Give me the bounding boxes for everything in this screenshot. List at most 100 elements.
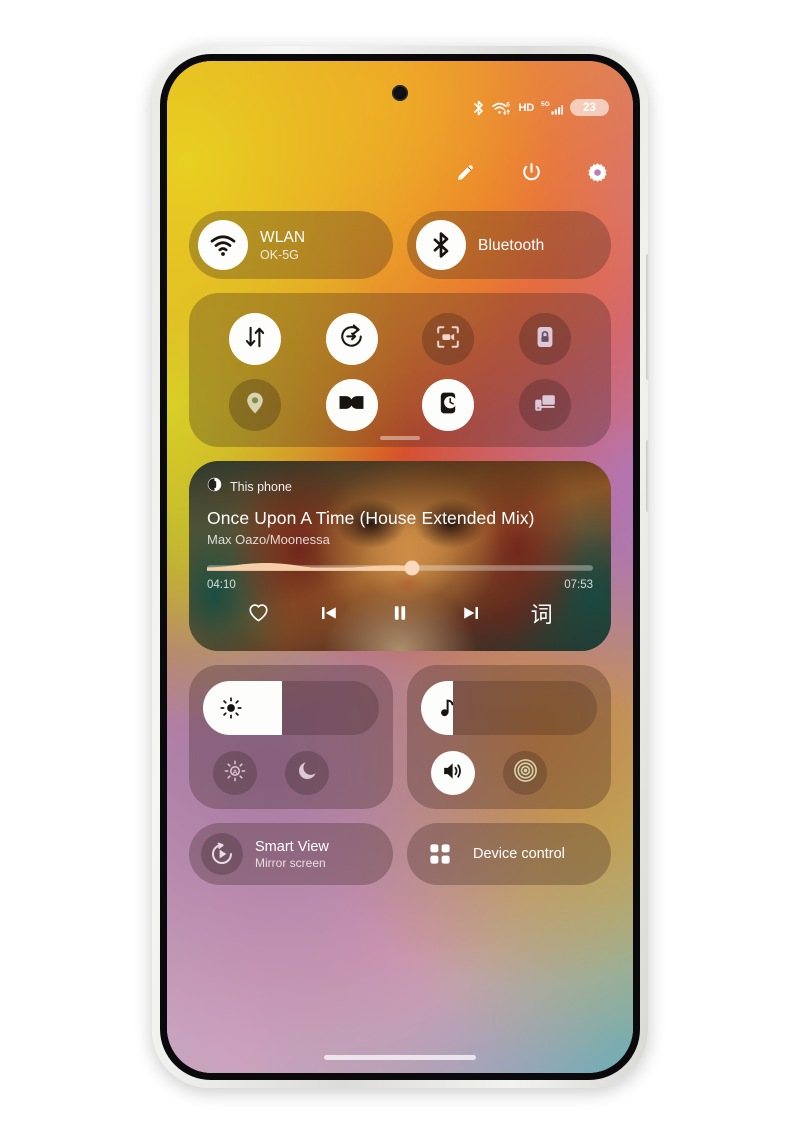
speaker-icon [441, 759, 465, 788]
smart-view-icon [201, 833, 243, 875]
pause-button[interactable] [383, 598, 417, 632]
bluetooth-toggle[interactable]: Bluetooth [407, 211, 611, 279]
svg-text:A: A [233, 768, 238, 775]
elapsed-time: 04:10 [207, 579, 236, 591]
svg-text:6: 6 [506, 101, 510, 108]
media-output-selector[interactable]: This phone [207, 477, 593, 497]
previous-track-button[interactable] [312, 598, 346, 632]
dark-mode-button[interactable] [285, 751, 329, 795]
edit-button[interactable] [451, 161, 479, 189]
auto-brightness-button[interactable]: A [213, 751, 257, 795]
wifi-icon [198, 220, 248, 270]
mobile-data-toggle[interactable] [229, 313, 282, 365]
screen-lock-toggle[interactable] [518, 313, 571, 365]
phone-to-pc-icon [532, 390, 558, 421]
connectivity-row: WLAN OK-5G Bluetooth [189, 211, 611, 279]
bluetooth-icon [416, 220, 466, 270]
wlan-network-name: OK-5G [260, 247, 299, 262]
smart-view-text: Smart View Mirror screen [255, 838, 329, 871]
home-gesture-bar[interactable] [324, 1055, 476, 1060]
auto-rotate-toggle[interactable] [325, 313, 378, 365]
lock-icon [532, 324, 558, 355]
volume-sub-buttons [421, 751, 597, 795]
screen-recorder-toggle[interactable] [422, 313, 475, 365]
power-icon [520, 161, 543, 189]
vibration-pattern-button[interactable] [503, 751, 547, 795]
music-note-icon [437, 696, 459, 720]
phone-frame: 6 HD 5G 23 WLAN OK-5G Bluetooth This pho… [152, 46, 650, 1088]
media-player-card[interactable]: This phone Once Upon A Time (House Exten… [189, 461, 611, 651]
volume-card [407, 665, 611, 809]
dolby-atmos-toggle[interactable] [325, 379, 378, 431]
bluetooth-title: Bluetooth [478, 236, 545, 254]
front-camera-punch-hole [392, 85, 408, 101]
device-control-title: Device control [473, 846, 565, 862]
skip-next-icon [460, 602, 482, 629]
sound-mode-button[interactable] [431, 751, 475, 795]
pause-icon [389, 602, 411, 629]
power-button[interactable] [517, 161, 545, 189]
device-control-button[interactable]: Device control [407, 823, 611, 885]
hd-indicator: HD [518, 101, 535, 114]
pencil-icon [454, 161, 477, 189]
wlan-title: WLAN [260, 228, 306, 246]
brightness-sub-buttons: A [203, 751, 379, 795]
moon-icon [296, 759, 319, 787]
bluetooth-text: Bluetooth [478, 236, 544, 255]
screenshot-root: 6 HD 5G 23 WLAN OK-5G Bluetooth This pho… [0, 0, 800, 1134]
this-phone-icon [207, 477, 222, 497]
toggle-grid [189, 293, 611, 447]
auto-rotate-icon [338, 323, 365, 355]
wlan-text: WLAN OK-5G [260, 228, 305, 263]
brightness-slider[interactable] [203, 681, 379, 735]
smart-view-subtitle: Mirror screen [255, 855, 326, 870]
data-transfer-icon [242, 324, 268, 355]
skip-previous-icon [318, 602, 340, 629]
lyrics-button[interactable]: 词 [525, 598, 559, 632]
phone-screen: 6 HD 5G 23 WLAN OK-5G Bluetooth This pho… [167, 61, 633, 1073]
dolby-atmos-icon [338, 389, 365, 421]
media-controls: 词 [207, 598, 593, 632]
bedtime-clock-icon [435, 390, 461, 421]
toggle-row-2 [189, 379, 611, 431]
svg-text:5G: 5G [541, 101, 550, 108]
media-time-row: 04:10 07:53 [207, 579, 593, 591]
battery-indicator: 23 [570, 99, 609, 116]
media-artist-name: Max Oazo/Moonessa [207, 532, 330, 547]
status-bar: 6 HD 5G 23 [472, 99, 609, 116]
brightness-icon [219, 696, 243, 720]
power-side-button[interactable] [646, 440, 650, 512]
quick-settings-panel: WLAN OK-5G Bluetooth This phone Once Upo… [167, 211, 633, 885]
heart-icon [247, 601, 270, 629]
smart-view-button[interactable]: Smart View Mirror screen [189, 823, 393, 885]
brightness-card: A [189, 665, 393, 809]
bluetooth-icon [472, 100, 485, 116]
shortcut-row: Smart View Mirror screen Device control [189, 823, 611, 885]
location-toggle[interactable] [229, 379, 282, 431]
volume-slider[interactable] [421, 681, 597, 735]
location-pin-icon [242, 390, 268, 421]
total-duration: 07:53 [564, 579, 593, 591]
panel-drag-handle[interactable] [380, 436, 420, 440]
toggle-row-1 [189, 313, 611, 365]
wlan-toggle[interactable]: WLAN OK-5G [189, 211, 393, 279]
media-player-content: This phone Once Upon A Time (House Exten… [189, 461, 611, 651]
quick-settings-actions [451, 161, 611, 189]
device-control-grid-icon [419, 841, 461, 867]
volume-rocker-button[interactable] [646, 254, 650, 380]
next-track-button[interactable] [454, 598, 488, 632]
progress-knob[interactable] [404, 560, 420, 576]
sliders-row: A [189, 665, 611, 809]
bedtime-mode-toggle[interactable] [422, 379, 475, 431]
media-progress-bar[interactable] [207, 560, 593, 576]
settings-button[interactable] [583, 161, 611, 189]
signal-bars-icon: 5G [541, 100, 563, 116]
device-control-text: Device control [473, 845, 565, 863]
favorite-button[interactable] [241, 598, 275, 632]
gear-icon [586, 161, 609, 189]
screen-recorder-icon [435, 324, 461, 355]
progress-wave [207, 563, 593, 571]
wifi-6-icon: 6 [491, 100, 512, 116]
link-to-windows-toggle[interactable] [518, 379, 571, 431]
phone-bezel: 6 HD 5G 23 WLAN OK-5G Bluetooth This pho… [160, 54, 640, 1080]
